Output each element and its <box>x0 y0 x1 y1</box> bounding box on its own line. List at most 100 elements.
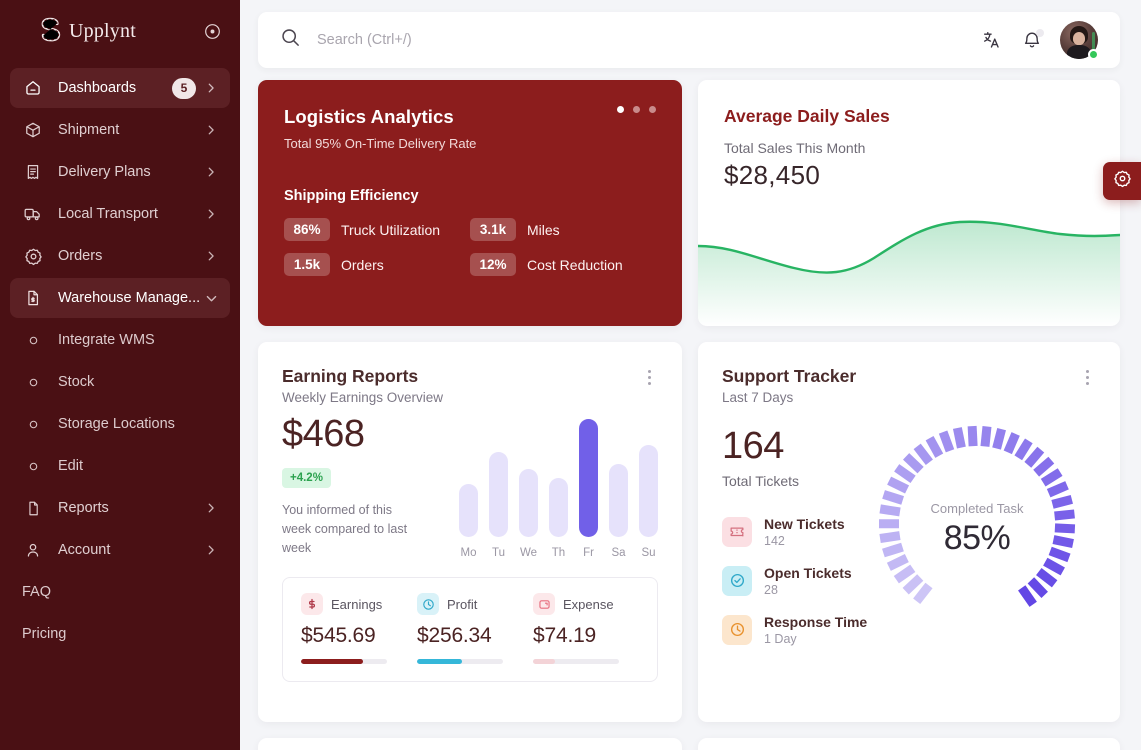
card-title: Support Tracker <box>722 366 857 386</box>
card-subtitle: Total 95% On-Time Delivery Rate <box>284 136 477 151</box>
receipt-icon <box>22 161 44 183</box>
topbar-actions <box>980 21 1099 60</box>
bar-label: Tu <box>492 547 505 559</box>
metric-value: $545.69 <box>301 624 376 647</box>
search-bar[interactable] <box>280 27 980 53</box>
sidebar-item-edit[interactable]: Edit <box>10 446 230 486</box>
bottom-card-right-partial <box>698 738 1120 750</box>
gauge-tick <box>913 443 933 465</box>
chevron-right-icon <box>204 81 218 95</box>
card-subtitle: Last 7 Days <box>722 390 794 405</box>
gauge-tick <box>1014 438 1033 461</box>
shipping-efficiency-title: Shipping Efficiency <box>284 188 419 204</box>
main-content: Logistics Analytics Total 95% On-Time De… <box>240 0 1141 750</box>
gauge-tick <box>1033 456 1055 477</box>
sidebar-item-shipment[interactable]: Shipment <box>10 110 230 150</box>
bell-icon[interactable] <box>1020 28 1044 52</box>
sidebar-subitem-label: Storage Locations <box>58 416 175 432</box>
sidebar-item-dashboards[interactable]: Dashboards 5 <box>10 68 230 108</box>
metric-progress-track <box>533 659 619 664</box>
total-tickets-value: 164 <box>722 425 784 467</box>
metric-progress-track <box>417 659 503 664</box>
search-input[interactable] <box>317 32 980 48</box>
bar-axis-labels: Mo Tu We Th Fr Sa Su <box>451 547 658 559</box>
settings-fab-button[interactable] <box>1103 162 1141 200</box>
support-row-label: New Tickets <box>764 515 845 532</box>
circle-outline-icon <box>22 413 44 435</box>
bar-tu <box>489 452 508 537</box>
card-icon <box>533 593 555 615</box>
earning-amount: $468 <box>282 413 365 455</box>
sidebar-item-delivery-plans[interactable]: Delivery Plans <box>10 152 230 192</box>
sidebar-subitem-label: Edit <box>58 458 83 474</box>
box-icon <box>22 119 44 141</box>
sidebar-item-label: Dashboards <box>58 80 137 96</box>
gauge-tick <box>1027 577 1048 598</box>
earning-change-badge: +4.2% <box>282 467 331 488</box>
sidebar-item-faq[interactable]: FAQ <box>10 572 230 612</box>
bar-we <box>519 469 538 537</box>
bar-label: Mo <box>460 547 477 559</box>
metric-value: $256.34 <box>417 624 492 647</box>
support-row-value: 142 <box>764 533 785 548</box>
kpi-truck-utilization: 86% Truck Utilization <box>284 218 470 241</box>
more-vertical-icon[interactable] <box>640 366 658 388</box>
circle-dot-icon[interactable] <box>202 21 222 41</box>
bar-su <box>639 445 658 537</box>
sidebar-item-integrate-wms[interactable]: Integrate WMS <box>10 320 230 360</box>
bar-label: We <box>519 547 538 559</box>
carousel-dots[interactable] <box>617 106 656 113</box>
earning-metrics-panel: Earnings $545.69 Profit $256.34 Expense … <box>258 577 682 682</box>
sidebar-subitem-label: Stock <box>58 374 95 390</box>
chevron-down-icon <box>204 291 218 305</box>
more-vertical-icon[interactable] <box>1078 366 1096 388</box>
avatar-face <box>1072 31 1086 45</box>
sidebar-item-storage-locations[interactable]: Storage Locations <box>10 404 230 444</box>
gauge-tick <box>938 430 955 453</box>
user-icon <box>22 539 44 561</box>
brand-name: Upplynt <box>69 19 136 42</box>
brand[interactable]: Upplynt <box>0 0 240 62</box>
sidebar-item-local-transport[interactable]: Local Transport <box>10 194 230 234</box>
sidebar-item-warehouse-management[interactable]: Warehouse Manage... <box>10 278 230 318</box>
gauge-tick <box>1040 468 1063 487</box>
sidebar-item-orders[interactable]: Orders <box>10 236 230 276</box>
translate-icon[interactable] <box>980 28 1004 52</box>
sidebar-item-label: Orders <box>58 248 103 264</box>
sales-label: Total Sales This Month <box>724 140 866 156</box>
file-dollar-icon <box>22 287 44 309</box>
gauge-tick <box>1018 585 1037 607</box>
sidebar-item-label: Account <box>58 542 111 558</box>
kpi-label: Truck Utilization <box>341 221 441 238</box>
chevron-right-icon <box>204 123 218 137</box>
carousel-dot-3[interactable] <box>649 106 656 113</box>
earning-note: You informed of this week compared to la… <box>282 502 408 556</box>
chevron-right-icon <box>204 543 218 557</box>
support-body: 164 Total Tickets New Tickets 142 Open T… <box>722 405 1096 646</box>
card-title: Earning Reports <box>282 366 419 386</box>
total-tickets-label: Total Tickets <box>722 472 800 489</box>
sidebar-nav: Dashboards 5 Shipment Delivery Plans Loc… <box>0 62 240 654</box>
sidebar-item-stock[interactable]: Stock <box>10 362 230 402</box>
carousel-dot-1[interactable] <box>617 106 624 113</box>
sidebar-item-reports[interactable]: Reports <box>10 488 230 528</box>
app-root: Upplynt Dashboards 5 Shipment Delivery P… <box>0 0 1141 750</box>
support-row-value: 1 Day <box>764 631 797 646</box>
bar-label: Sa <box>611 547 626 559</box>
bar-label: Th <box>551 547 566 559</box>
dollar-icon <box>301 593 323 615</box>
sidebar-subitem-label: Integrate WMS <box>58 332 155 348</box>
avatar[interactable] <box>1060 21 1099 60</box>
earning-metrics-box: Earnings $545.69 Profit $256.34 Expense … <box>282 577 658 682</box>
support-row-response-time: Response Time 1 Day <box>722 614 904 646</box>
kpi-label: Cost Reduction <box>527 256 623 273</box>
dashboard-grid: Logistics Analytics Total 95% On-Time De… <box>258 80 1120 750</box>
carousel-dot-2[interactable] <box>633 106 640 113</box>
bottom-card-left-partial <box>258 738 682 750</box>
support-row-new-tickets: New Tickets 142 <box>722 516 904 548</box>
sidebar-item-pricing[interactable]: Pricing <box>10 614 230 654</box>
kpi-value: 86% <box>284 218 330 241</box>
sidebar-item-account[interactable]: Account <box>10 530 230 570</box>
earning-summary: $468 +4.2% You informed of this week com… <box>282 411 441 559</box>
gauge-tick <box>992 428 1006 450</box>
